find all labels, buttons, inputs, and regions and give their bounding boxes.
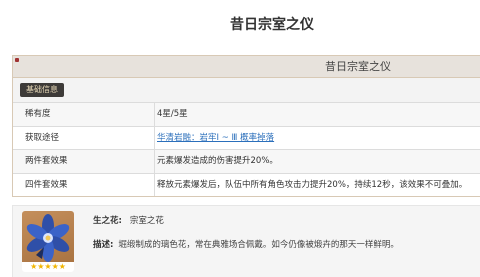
artifact-piece-card: ★★★★★ 生之花: 宗室之花 描述: 堀缎制成的璃色花，常在典雅场合佩戴。如今仍像…: [12, 205, 480, 277]
piece-name: 宗室之花: [129, 216, 164, 226]
row-value-two-piece: 元素爆发造成的伤害提升20%。: [157, 156, 278, 166]
piece-name-line: 生之花: 宗室之花: [93, 214, 164, 226]
row-label-rarity: 稀有度: [13, 103, 155, 126]
blue-flower-icon: [22, 211, 74, 269]
table-row: 稀有度 4星/5星: [13, 102, 480, 126]
artifact-infobox: 昔日宗室之仪 基础信息 稀有度 4星/5星 获取途径 华清岩融：岩牢Ⅰ ~ Ⅲ …: [12, 55, 480, 197]
piece-description: 堀缎制成的璃色花，常在典雅场合佩戴。如今仍像被煅卉的那天一样鲜明。: [118, 240, 399, 250]
row-value-four-piece: 释放元素爆发后，队伍中所有角色攻击力提升20%，持续12秒，该效果不可叠加。: [157, 179, 468, 190]
piece-slot-label: 生之花:: [93, 216, 122, 226]
piece-description-line: 描述: 堀缎制成的璃色花，常在典雅场合佩戴。如今仍像被煅卉的那天一样鲜明。: [93, 238, 399, 250]
infobox-header: 昔日宗室之仪: [13, 56, 480, 78]
info-table: 稀有度 4星/5星 获取途径 华清岩融：岩牢Ⅰ ~ Ⅲ 概率掉落 两件套效果 元…: [13, 102, 480, 196]
row-label-four-piece: 四件套效果: [13, 173, 155, 196]
corner-marker-icon: [15, 58, 19, 62]
row-value-rarity: 4星/5星: [157, 109, 188, 119]
table-row: 四件套效果 释放元素爆发后，队伍中所有角色攻击力提升20%，持续12秒，该效果不…: [13, 172, 480, 196]
table-row: 获取途径 华清岩融：岩牢Ⅰ ~ Ⅲ 概率掉落: [13, 125, 480, 149]
infobox-title: 昔日宗室之仪: [325, 60, 391, 73]
page-title: 昔日宗室之仪: [230, 17, 314, 33]
tab-basic-info[interactable]: 基础信息: [20, 83, 64, 97]
source-link[interactable]: 华清岩融：岩牢Ⅰ ~ Ⅲ 概率掉落: [157, 127, 274, 149]
table-row: 两件套效果 元素爆发造成的伤害提升20%。: [13, 149, 480, 173]
row-label-source: 获取途径: [13, 126, 155, 149]
row-label-two-piece: 两件套效果: [13, 150, 155, 173]
tab-row: 基础信息: [13, 78, 480, 102]
piece-desc-label: 描述:: [93, 240, 114, 250]
star-rating: ★★★★★: [22, 262, 74, 272]
